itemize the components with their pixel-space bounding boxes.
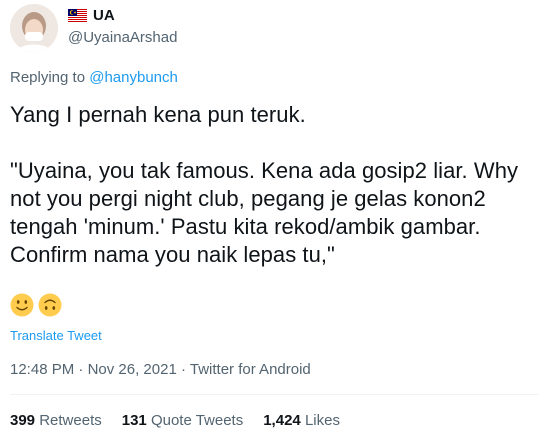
- meta-separator: ·: [180, 361, 186, 378]
- user-handle[interactable]: @UyainaArshad: [68, 29, 177, 46]
- quote-tweets-count: 131: [121, 412, 147, 429]
- meta-separator: ·: [78, 361, 84, 378]
- avatar[interactable]: [10, 4, 58, 52]
- divider: [10, 394, 539, 395]
- replying-to-label: Replying to: [10, 69, 86, 86]
- quote-tweets-stat[interactable]: 131 Quote Tweets: [122, 412, 243, 429]
- avatar-image: [10, 4, 58, 52]
- slightly-smiling-face-icon: [10, 293, 34, 317]
- upside-down-face-icon: [38, 293, 62, 317]
- tweet-emojis: [10, 293, 62, 317]
- author-name-row[interactable]: UA: [68, 7, 115, 24]
- malaysia-flag-icon: [68, 9, 87, 22]
- retweets-count: 399: [10, 412, 36, 429]
- translate-tweet-link[interactable]: Translate Tweet: [10, 328, 102, 343]
- tweet-stats: 399 Retweets 131 Quote Tweets 1,424 Like…: [10, 412, 360, 429]
- display-name[interactable]: UA: [93, 7, 115, 24]
- tweet-source[interactable]: Twitter for Android: [190, 361, 311, 378]
- likes-stat[interactable]: 1,424 Likes: [263, 412, 340, 429]
- reply-handle-link[interactable]: @hanybunch: [89, 69, 178, 86]
- likes-count: 1,424: [263, 412, 301, 429]
- retweets-label: Retweets: [39, 412, 102, 429]
- retweets-stat[interactable]: 399 Retweets: [10, 412, 102, 429]
- tweet-time[interactable]: 12:48 PM: [10, 361, 74, 378]
- tweet-date[interactable]: Nov 26, 2021: [88, 361, 177, 378]
- tweet-text: Yang I pernah kena pun teruk. "Uyaina, y…: [10, 102, 519, 267]
- quote-tweets-label: Quote Tweets: [150, 412, 244, 429]
- tweet-meta: 12:48 PM · Nov 26, 2021 · Twitter for An…: [10, 361, 311, 378]
- replying-to: Replying to @hanybunch: [10, 69, 178, 86]
- likes-label: Likes: [304, 412, 340, 429]
